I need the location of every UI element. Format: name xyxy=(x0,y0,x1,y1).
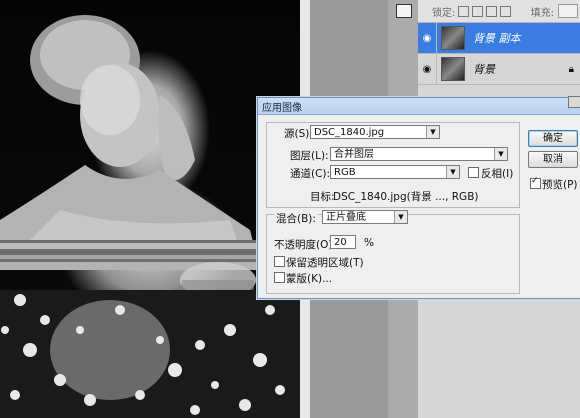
chevron-down-icon: ▼ xyxy=(494,148,507,160)
source-select[interactable]: DSC_1840.jpg ▼ xyxy=(310,125,440,139)
eye-icon[interactable]: ◉ xyxy=(418,54,437,84)
lock-position-icon[interactable] xyxy=(486,5,498,17)
layer-thumbnail xyxy=(441,57,465,81)
blend-label: 混合(B): xyxy=(274,211,318,226)
fill-field[interactable] xyxy=(558,4,578,18)
lock-label: 锁定: xyxy=(432,7,456,19)
mask-checkbox[interactable] xyxy=(274,272,285,283)
channel-value: RGB xyxy=(334,167,356,178)
close-icon[interactable] xyxy=(568,96,580,108)
lock-all-icon[interactable] xyxy=(500,5,512,17)
lock-bar: 锁定: 填充: xyxy=(418,0,580,23)
layer-thumbnail xyxy=(441,26,465,50)
photo-image xyxy=(0,15,300,418)
opacity-unit: % xyxy=(364,237,374,249)
layer-value: 合并图层 xyxy=(334,149,374,160)
eye-icon[interactable]: ◉ xyxy=(418,23,437,53)
layer-select[interactable]: 合并图层 ▼ xyxy=(330,147,508,161)
target-value: DSC_1840.jpg(背景 ..., RGB) xyxy=(333,191,479,203)
mask-label: 蒙版(K)... xyxy=(286,273,333,285)
ok-button-label: 确定 xyxy=(543,133,563,144)
source-label: 源(S): xyxy=(284,128,313,140)
layer-options-icon[interactable] xyxy=(396,4,412,18)
preserve-transparency-checkbox[interactable] xyxy=(274,256,285,267)
ok-button[interactable]: 确定 xyxy=(528,130,578,147)
apply-image-dialog: 应用图像 源(S): DSC_1840.jpg ▼ 图层(L): 合并图层 ▼ … xyxy=(257,97,580,299)
preview-label: 预览(P) xyxy=(542,179,578,191)
source-value: DSC_1840.jpg xyxy=(314,127,385,138)
channel-select[interactable]: RGB ▼ xyxy=(330,165,460,179)
document-canvas[interactable] xyxy=(0,0,300,418)
lock-pixels-icon[interactable] xyxy=(472,5,484,17)
lock-icon: 🔒︎ xyxy=(568,63,574,75)
layer-row-background-copy[interactable]: ◉ 背景 副本 xyxy=(418,23,580,54)
opacity-value: 20 xyxy=(334,237,347,248)
opacity-label: 不透明度(O): xyxy=(274,239,336,251)
layer-name: 背景 副本 xyxy=(473,32,521,45)
blend-select[interactable]: 正片叠底 ▼ xyxy=(322,210,408,224)
fill-label: 填充: xyxy=(530,7,554,19)
channel-label: 通道(C): xyxy=(290,168,331,180)
cancel-button[interactable]: 取消 xyxy=(528,151,578,168)
chevron-down-icon: ▼ xyxy=(446,166,459,178)
invert-label: 反相(I) xyxy=(481,168,514,180)
layer-row-background[interactable]: ◉ 背景 🔒︎ xyxy=(418,54,580,85)
preview-checkbox[interactable] xyxy=(530,176,541,189)
dialog-titlebar[interactable]: 应用图像 xyxy=(258,98,580,115)
opacity-input[interactable]: 20 xyxy=(330,235,356,249)
blend-value: 正片叠底 xyxy=(326,212,366,223)
layer-name: 背景 xyxy=(473,63,495,76)
cancel-button-label: 取消 xyxy=(543,154,563,165)
chevron-down-icon: ▼ xyxy=(426,126,439,138)
preserve-transparency-label: 保留透明区域(T) xyxy=(286,257,364,269)
dialog-title: 应用图像 xyxy=(262,103,302,114)
target-label: 目标: xyxy=(310,191,335,203)
layer-label: 图层(L): xyxy=(290,150,329,162)
invert-checkbox[interactable] xyxy=(468,167,479,178)
lock-transparency-icon[interactable] xyxy=(458,5,470,17)
chevron-down-icon: ▼ xyxy=(394,211,407,223)
